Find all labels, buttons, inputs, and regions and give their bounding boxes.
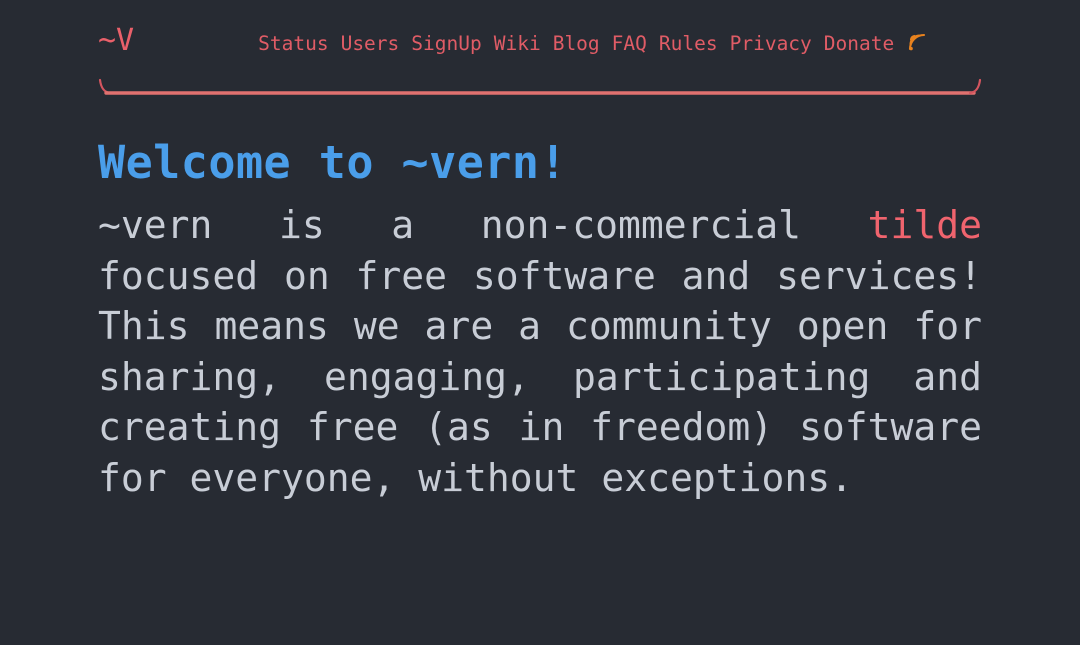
page-root: ~V Status Users SignUp Wiki Blog FAQ Rul… (0, 0, 1080, 645)
nav-link-privacy[interactable]: Privacy (730, 32, 812, 55)
nav-link-blog[interactable]: Blog (553, 32, 600, 55)
nav-link-donate[interactable]: Donate (824, 32, 894, 55)
site-header: ~V Status Users SignUp Wiki Blog FAQ Rul… (98, 22, 982, 74)
intro-paragraph: ~vern is a non-commercial tilde focused … (98, 200, 982, 503)
content-wrapper: ~V Status Users SignUp Wiki Blog FAQ Rul… (98, 0, 982, 503)
page-title: Welcome to ~vern! (98, 136, 568, 189)
rss-feed-link[interactable] (906, 31, 928, 53)
nav-link-faq[interactable]: FAQ (612, 32, 647, 55)
intro-text-before-link: ~vern is a non-commercial (98, 203, 868, 248)
nav-link-users[interactable]: Users (341, 32, 400, 55)
site-logo[interactable]: ~V (98, 22, 134, 56)
nav-link-status[interactable]: Status (258, 32, 328, 55)
nav-link-wiki[interactable]: Wiki (494, 32, 541, 55)
nav-link-signup[interactable]: SignUp (411, 32, 481, 55)
main-navigation: Status Users SignUp Wiki Blog FAQ Rules … (258, 28, 928, 55)
header-divider (98, 78, 982, 104)
tilde-link[interactable]: tilde (868, 203, 982, 247)
nav-link-rules[interactable]: Rules (659, 32, 718, 55)
rss-feed-icon (906, 31, 928, 53)
main-content: Welcome to ~vern! ~vern is a non-commerc… (98, 136, 982, 503)
intro-text-after-link: focused on free software and services! T… (98, 253, 982, 500)
